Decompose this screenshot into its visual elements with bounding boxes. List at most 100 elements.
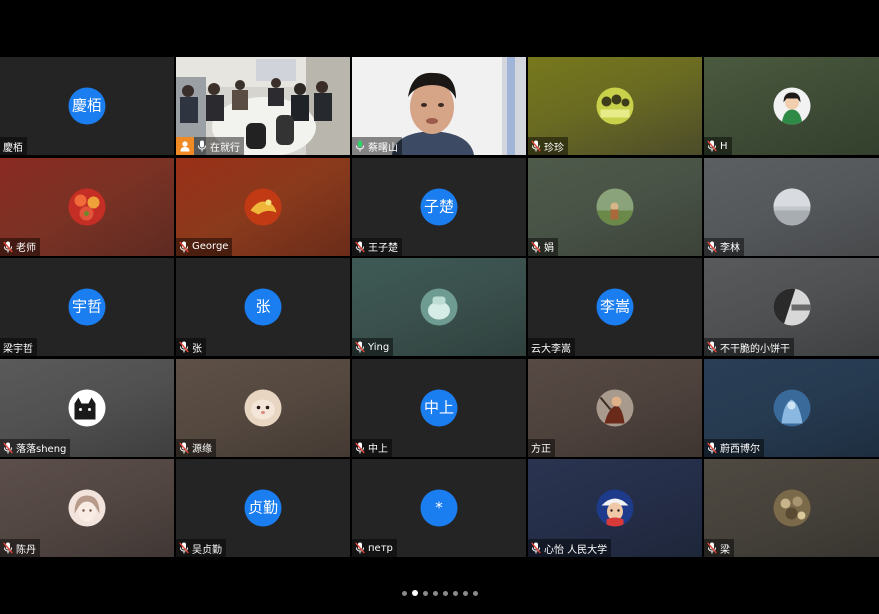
mic-icon [197, 140, 207, 152]
participant-name: 李林 [720, 243, 740, 254]
participant-tile[interactable]: 张 张 [176, 258, 350, 356]
participant-tile[interactable]: 珍珍 [528, 57, 702, 155]
mic-muted-icon [179, 542, 189, 554]
participant-tile[interactable]: 陈丹 [0, 459, 174, 557]
participant-name: 陈丹 [16, 544, 36, 556]
mic-muted-icon [531, 241, 541, 253]
page-dot[interactable] [452, 590, 458, 596]
participant-name: 不干脆的小饼干 [720, 343, 790, 355]
participant-name-tag: 李林 [704, 237, 744, 256]
participant-name-tag: 蔡曙山 [352, 137, 402, 155]
page-dot[interactable] [401, 590, 407, 596]
mic-muted-icon [3, 542, 13, 554]
participant-name-tag: 落落sheng [0, 438, 71, 457]
avatar [773, 288, 810, 326]
page-dot[interactable] [472, 590, 478, 596]
page-dot-active[interactable] [411, 590, 418, 596]
participant-name-tag: 慶栢 [0, 137, 27, 155]
participant-name: 落落sheng [16, 444, 67, 455]
participant-tile[interactable]: 贞勤 吴贞勤 [176, 459, 350, 557]
avatar: 子楚 [420, 188, 458, 225]
participant-tile[interactable]: * петр [352, 459, 526, 557]
video-grid: 慶栢 慶栢 在就行 蔡曙山 珍珍 H 老师 George 子楚 王子楚 娟 李林… [0, 57, 879, 557]
avatar [596, 389, 634, 426]
participant-name-tag: 源缘 [176, 438, 216, 457]
participant-name: 张 [192, 343, 202, 355]
avatar: 宇哲 [68, 288, 106, 326]
avatar [244, 389, 282, 426]
page-dot[interactable] [462, 590, 468, 596]
participant-name: 娟 [544, 243, 554, 254]
participant-name-tag: Ying [352, 338, 394, 356]
participant-name: 蔚西博尔 [720, 444, 760, 455]
participant-tile[interactable]: 蔚西博尔 [704, 358, 879, 457]
participant-name-tag: 娟 [528, 237, 558, 256]
avatar: 张 [244, 288, 282, 326]
participant-name: 心怡 人民大学 [544, 544, 608, 556]
mic-muted-icon [707, 341, 717, 353]
participant-name: 云大李嵩 [531, 343, 571, 355]
participant-name: George [192, 241, 229, 252]
participant-tile[interactable]: H [704, 57, 879, 155]
participant-tile[interactable]: 宇哲 梁宇哲 [0, 258, 174, 356]
participant-name-tag: 陈丹 [0, 539, 40, 557]
participant-name-tag: 老师 [0, 237, 40, 256]
mic-muted-icon [3, 241, 13, 253]
participant-tile[interactable]: 李嵩 云大李嵩 [528, 258, 702, 356]
mic-muted-icon [531, 140, 541, 152]
avatar [773, 389, 810, 426]
participant-tile[interactable]: 李林 [704, 157, 879, 256]
participant-tile[interactable]: 在就行 [176, 57, 350, 155]
page-dot[interactable] [432, 590, 438, 596]
participant-tile[interactable]: 心怡 人民大学 [528, 459, 702, 557]
participant-tile[interactable]: Ying [352, 258, 526, 356]
participant-name-tag: H [704, 137, 732, 155]
participant-name: 梁宇哲 [3, 343, 33, 355]
avatar: 贞勤 [244, 489, 282, 527]
participant-name-tag: 梁 [704, 539, 734, 557]
avatar: 中上 [420, 389, 458, 426]
avatar [773, 188, 810, 225]
page-dot[interactable] [422, 590, 428, 596]
participant-name-tag: 在就行 [194, 137, 244, 155]
participant-name: H [720, 140, 728, 152]
participant-name-tag: George [176, 237, 233, 256]
participant-tile-speaking[interactable]: 蔡曙山 [352, 57, 526, 155]
avatar [773, 489, 810, 527]
mic-muted-icon [179, 341, 189, 353]
participant-tile[interactable]: 老师 [0, 157, 174, 256]
participant-name-tag: 珍珍 [528, 137, 568, 155]
participant-name-tag: 吴贞勤 [176, 539, 226, 557]
participant-name-tag: 云大李嵩 [528, 338, 575, 356]
participant-tile[interactable]: 中上 中上 [352, 358, 526, 457]
mic-muted-icon [707, 442, 717, 454]
participant-name: 蔡曙山 [368, 142, 398, 154]
participant-name: Ying [368, 341, 390, 353]
mic-muted-icon [707, 140, 717, 152]
mic-muted-icon [707, 241, 717, 253]
mic-muted-icon [3, 442, 13, 454]
participant-name: 珍珍 [544, 142, 564, 154]
mic-muted-icon [355, 442, 365, 454]
page-indicator[interactable] [0, 587, 879, 599]
participant-tile[interactable]: 方正 [528, 358, 702, 457]
participant-name-tag: 不干脆的小饼干 [704, 338, 794, 356]
participant-tile[interactable]: 慶栢 慶栢 [0, 57, 174, 155]
mic-muted-icon [355, 241, 365, 253]
participant-tile[interactable]: 梁 [704, 459, 879, 557]
participant-tile[interactable]: 落落sheng [0, 358, 174, 457]
avatar [68, 188, 106, 225]
participant-name-tag: 王子楚 [352, 237, 402, 256]
participant-name: 在就行 [210, 142, 240, 154]
participant-tile[interactable]: 不干脆的小饼干 [704, 258, 879, 356]
participant-name: 源缘 [192, 444, 212, 455]
participant-name-tag: 蔚西博尔 [704, 438, 764, 457]
participant-tile[interactable]: 子楚 王子楚 [352, 157, 526, 256]
participant-tile[interactable]: 娟 [528, 157, 702, 256]
page-dot[interactable] [442, 590, 448, 596]
avatar [773, 87, 810, 125]
avatar [596, 87, 634, 125]
host-icon [180, 141, 190, 152]
participant-tile[interactable]: 源缘 [176, 358, 350, 457]
participant-tile[interactable]: George [176, 157, 350, 256]
